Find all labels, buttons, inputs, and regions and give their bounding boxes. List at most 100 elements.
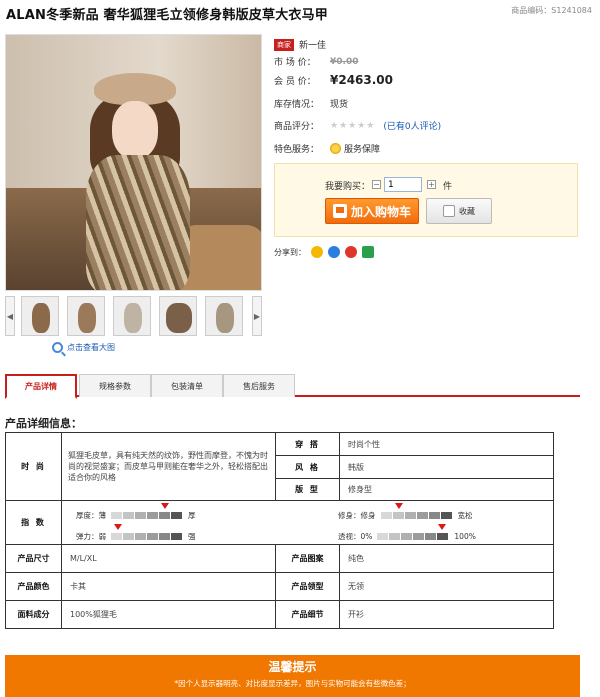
detail-value: 开衫 xyxy=(339,600,554,629)
quantity-label: 我要购买： xyxy=(325,182,371,192)
rating-row: 商品评分： ★★★★★ (已有0人评论) xyxy=(274,119,441,133)
scale-marker-icon xyxy=(114,523,123,530)
fit-scale: 修身： 修身 宽松 xyxy=(338,502,473,521)
scale-segment xyxy=(123,511,134,519)
style-label: 时 尚 xyxy=(5,432,62,501)
elasticity-bar xyxy=(111,523,183,540)
notice-banner: 温馨提示 *因个人显示器明亮、对比度显示差异，图片与实物可能会有些微色差； xyxy=(5,655,580,697)
transparency-label: 透视： xyxy=(338,531,361,541)
favorite-label: 收藏 xyxy=(459,206,475,216)
buy-box: 我要购买： − + 件 加入购物车 收藏 xyxy=(274,163,578,237)
service-value[interactable]: 服务保障 xyxy=(344,142,380,155)
thumbnail-4[interactable] xyxy=(159,296,197,336)
thumbnail-2[interactable] xyxy=(67,296,105,336)
seller-name: 新一佳 xyxy=(299,41,327,51)
tab-after-sales[interactable]: 售后服务 xyxy=(223,374,295,397)
thumb-prev-button[interactable]: ◀ xyxy=(5,296,15,336)
quantity-input[interactable] xyxy=(384,177,422,192)
thumbnail-1[interactable] xyxy=(21,296,59,336)
fit-right: 宽松 xyxy=(457,510,473,520)
scale-segment xyxy=(401,532,413,540)
thumbnail-3[interactable] xyxy=(113,296,151,336)
detail-label: 产品细节 xyxy=(275,600,340,629)
index-cell: 厚度： 薄 厚 弹力： 弱 强 修身： 修身 宽松 透视： 0% 100% xyxy=(61,500,554,545)
thickness-bar xyxy=(111,502,183,519)
market-price-value: ¥0.00 xyxy=(330,56,359,67)
collar-value: 无领 xyxy=(339,572,554,601)
main-product-image[interactable] xyxy=(5,34,262,291)
notice-title: 温馨提示 xyxy=(268,660,317,674)
thickness-left: 薄 xyxy=(98,510,107,520)
fit-label: 修身： xyxy=(338,510,361,520)
match-label: 穿 搭 xyxy=(275,432,340,456)
match-value: 时尚个性 xyxy=(339,432,554,456)
scale-segment xyxy=(159,511,170,519)
medal-icon xyxy=(330,143,341,154)
scale-segment xyxy=(428,511,440,519)
tab-product-detail[interactable]: 产品详情 xyxy=(5,374,77,399)
quantity-unit: 件 xyxy=(443,182,453,192)
scale-segment xyxy=(377,532,389,540)
review-count-link[interactable]: (已有0人评论) xyxy=(383,119,441,132)
thumb-next-button[interactable]: ▶ xyxy=(252,296,262,336)
scale-segment xyxy=(392,511,404,519)
detail-section-title: 产品详细信息： xyxy=(5,417,82,430)
scale-segment xyxy=(404,511,416,519)
transparency-bar xyxy=(377,523,449,540)
scale-segment xyxy=(111,532,122,540)
scale-segment xyxy=(135,532,146,540)
transparency-left: 0% xyxy=(360,531,373,541)
scale-segment xyxy=(147,511,158,519)
quantity-decrease-button[interactable]: − xyxy=(372,180,381,189)
quantity-increase-button[interactable]: + xyxy=(427,180,436,189)
color-label: 产品颜色 xyxy=(5,572,62,601)
scale-segment xyxy=(147,532,158,540)
style2-label: 风 格 xyxy=(275,455,340,479)
fit-left: 修身 xyxy=(360,510,376,520)
scale-segment xyxy=(389,532,401,540)
product-code: 商品编码：S1241084 xyxy=(511,6,592,15)
zoom-link[interactable]: 点击查看大图 xyxy=(52,342,115,353)
magnifier-icon xyxy=(52,342,63,353)
scale-segment xyxy=(111,511,122,519)
scale-marker-icon xyxy=(394,502,403,509)
add-to-cart-button[interactable]: 加入购物车 xyxy=(325,198,419,224)
qzone-share-icon[interactable] xyxy=(311,246,323,258)
material-label: 面料成分 xyxy=(5,600,62,629)
elasticity-left: 弱 xyxy=(98,531,107,541)
scale-segment xyxy=(171,511,182,519)
kaixin-share-icon[interactable] xyxy=(362,246,374,258)
tab-package[interactable]: 包装清单 xyxy=(151,374,223,397)
scale-segment xyxy=(159,532,170,540)
weibo-share-icon[interactable] xyxy=(345,246,357,258)
add-to-cart-label: 加入购物车 xyxy=(350,204,411,219)
index-label: 指 数 xyxy=(5,500,62,545)
service-row: 特色服务： 服务保障 xyxy=(274,142,380,155)
service-label: 特色服务： xyxy=(274,145,320,155)
fit-bar xyxy=(380,502,453,519)
thumbnail-5[interactable] xyxy=(205,296,243,336)
transparency-scale: 透视： 0% 100% xyxy=(338,523,476,542)
scale-marker-icon xyxy=(438,523,447,530)
favorite-button[interactable]: 收藏 xyxy=(426,198,492,224)
pattern-label: 产品图案 xyxy=(275,544,340,573)
size-value: M/L/XL xyxy=(61,544,276,573)
member-price-row: 会 员 价： ¥2463.00 xyxy=(274,73,393,87)
scale-segment xyxy=(437,532,449,540)
seller-badge: 商家 xyxy=(274,38,294,51)
favorite-icon xyxy=(443,205,455,217)
renren-share-icon[interactable] xyxy=(328,246,340,258)
zoom-link-label: 点击查看大图 xyxy=(67,343,115,352)
seller-row: 商家 新一佳 xyxy=(274,38,326,51)
elasticity-scale: 弹力： 弱 强 xyxy=(76,523,196,542)
member-price-label: 会 员 价： xyxy=(274,76,316,87)
tab-specs[interactable]: 规格参数 xyxy=(79,374,151,397)
member-price-value: ¥2463.00 xyxy=(330,73,394,87)
detail-tabs: 产品详情 规格参数 包装清单 售后服务 xyxy=(5,374,580,399)
thickness-scale: 厚度： 薄 厚 xyxy=(76,502,196,521)
scale-segment xyxy=(416,511,428,519)
transparency-right: 100% xyxy=(454,531,476,541)
scale-segment xyxy=(380,511,392,519)
shape-value: 修身型 xyxy=(339,478,554,501)
elasticity-right: 强 xyxy=(188,531,196,541)
